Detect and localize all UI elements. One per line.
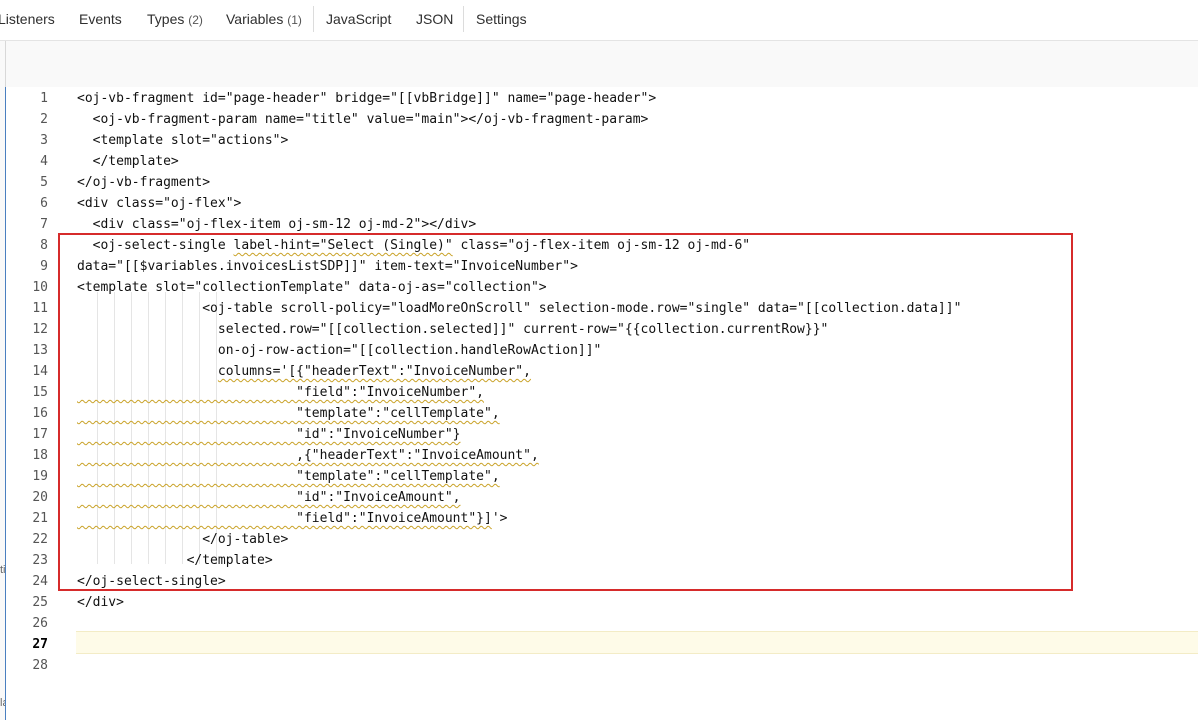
code-line: 16 "template":"cellTemplate", xyxy=(32,406,500,421)
lint-warning: columns='[{"headerText":"InvoiceNumber", xyxy=(217,364,531,379)
code-line: 18 ,{"headerText":"InvoiceAmount", xyxy=(32,448,539,463)
code-line: 4 </template> xyxy=(40,154,179,169)
code-line: 8 <oj-select-single label-hint="Select (… xyxy=(40,238,751,253)
code-line: 24 </oj-select-single> xyxy=(32,574,226,589)
code-line: 21 "field":"InvoiceAmount"}]'> xyxy=(32,511,508,526)
tab-json[interactable]: JSON xyxy=(416,11,453,27)
code-line: 28 xyxy=(32,658,48,673)
tab-listeners[interactable]: Listeners xyxy=(0,11,55,27)
lint-warning: "field":"InvoiceAmount"}] xyxy=(77,511,492,526)
tab-events[interactable]: Events xyxy=(79,11,122,27)
code-line: 17 "id":"InvoiceNumber"} xyxy=(32,427,461,442)
editor-toolbar xyxy=(0,41,1198,88)
code-line: 13 on-oj-row-action="[[collection.handle… xyxy=(32,343,602,358)
variables-count: (1) xyxy=(287,13,302,27)
lint-warning: label-hint="Select (Single)" xyxy=(233,238,453,253)
tab-divider xyxy=(463,6,464,32)
code-line: 15 "field":"InvoiceNumber", xyxy=(32,385,484,400)
code-editor[interactable]: 1 <oj-vb-fragment id="page-header" bridge… xyxy=(5,87,1198,720)
code-line: 23 </template> xyxy=(32,553,273,568)
code-line: 19 "template":"cellTemplate", xyxy=(32,469,500,484)
code-line: 3 <template slot="actions"> xyxy=(40,133,289,148)
code-line: 22 </oj-table> xyxy=(32,532,289,547)
code-line: 14 columns='[{"headerText":"InvoiceNumbe… xyxy=(32,364,531,379)
tab-divider xyxy=(313,6,314,32)
tab-types[interactable]: Types (2) xyxy=(147,11,203,27)
code-line: 2 <oj-vb-fragment-param name="title" val… xyxy=(40,112,649,127)
code-line: 9 data="[[$variables.invoicesListSDP]]" i… xyxy=(40,259,578,274)
code-line: 10 <template slot="collectionTemplate" da… xyxy=(32,280,547,295)
code-line: 5 </oj-vb-fragment> xyxy=(40,175,211,190)
tab-bar: Listeners Events Types (2) Variables (1)… xyxy=(0,0,1198,41)
code-line: 11 <oj-table scroll-policy="loadMoreOnSc… xyxy=(32,301,962,316)
code-line: 26 xyxy=(32,616,48,631)
types-count: (2) xyxy=(188,13,203,27)
code-line: 7 <div class="oj-flex-item oj-sm-12 oj-m… xyxy=(40,217,477,232)
code-line: 25 </div> xyxy=(32,595,124,610)
code-line: 20 "id":"InvoiceAmount", xyxy=(32,490,461,505)
tab-variables[interactable]: Variables (1) xyxy=(226,11,302,27)
code-line: 6 <div class="oj-flex"> xyxy=(40,196,242,211)
tab-javascript[interactable]: JavaScript xyxy=(326,11,391,27)
code-line: 12 selected.row="[[collection.selected]]… xyxy=(32,322,829,337)
code-line-current[interactable]: 27 xyxy=(6,634,1198,655)
tab-settings[interactable]: Settings xyxy=(476,11,527,27)
code-line: 1 <oj-vb-fragment id="page-header" bridge… xyxy=(40,91,657,106)
